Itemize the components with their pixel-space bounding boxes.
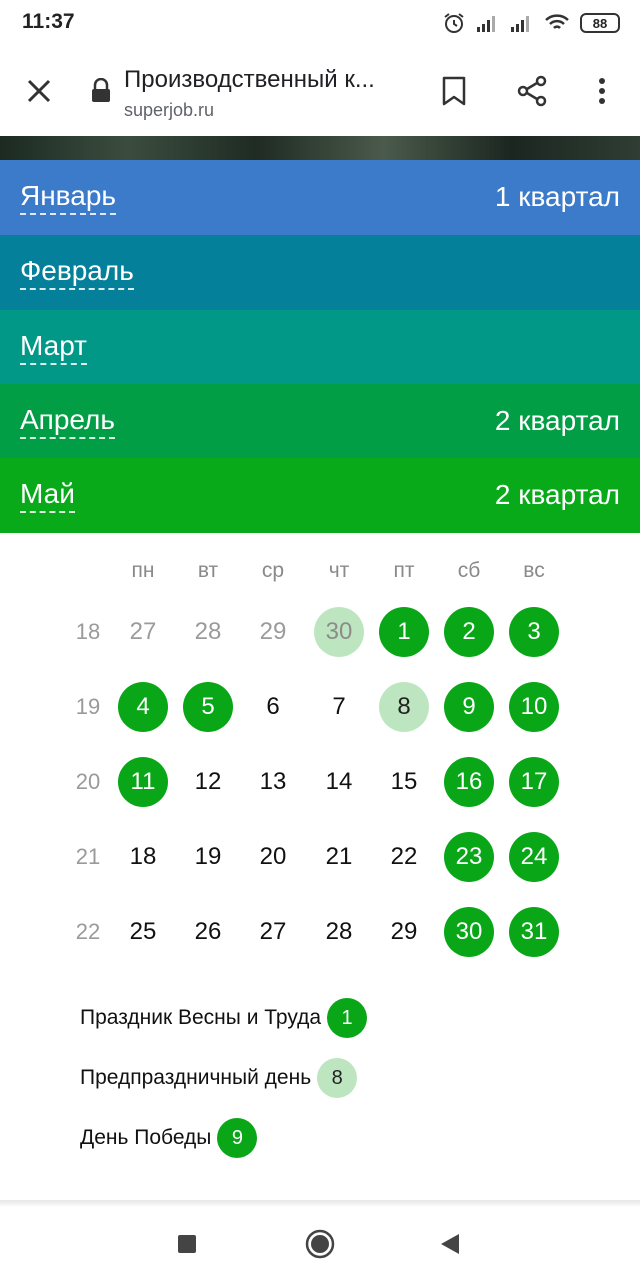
quarter-label: 2 квартал — [494, 405, 620, 436]
home-icon — [305, 1229, 335, 1259]
week-number: 19 — [75, 694, 101, 719]
legend-day-badge: 9 — [217, 1118, 258, 1158]
calendar-day: 5 — [183, 682, 233, 732]
legend-item: Предпраздничный день 8 — [80, 1058, 358, 1098]
calendar-day: 30 — [314, 607, 364, 657]
week-number: 18 — [75, 619, 101, 644]
more-vertical-icon — [599, 78, 605, 104]
legend-item: Праздник Весны и Труда 1 — [80, 998, 368, 1038]
page-url: superjob.ru — [124, 100, 215, 120]
weekday-header: вс — [523, 559, 545, 582]
calendar-day: 6 — [266, 693, 280, 720]
calendar-day: 24 — [509, 832, 559, 882]
share-icon — [517, 75, 547, 107]
month-march[interactable]: Март — [0, 310, 640, 385]
calendar-day: 26 — [194, 918, 222, 945]
signal-icon — [511, 16, 529, 32]
month-february[interactable]: Февраль — [0, 235, 640, 310]
calendar-day: 10 — [509, 682, 559, 732]
browser-toolbar: Производственный к... superjob.ru — [0, 46, 640, 136]
wifi-icon — [545, 14, 569, 29]
week-number: 20 — [75, 769, 101, 794]
weekday-header: пн — [131, 559, 155, 582]
month-name[interactable]: Апрель — [20, 403, 115, 439]
system-nav-bar — [0, 1206, 640, 1280]
month-april[interactable]: Апрель 2 квартал — [0, 384, 640, 459]
recent-apps-button[interactable] — [165, 1222, 209, 1266]
calendar-day: 1 — [379, 607, 429, 657]
share-button[interactable] — [508, 67, 556, 115]
battery-icon: 88 — [580, 13, 620, 33]
calendar-day: 25 — [129, 918, 157, 945]
calendar-day: 19 — [194, 843, 222, 870]
recent-apps-icon — [178, 1235, 196, 1253]
lock-icon — [92, 78, 110, 102]
weekday-header: сб — [457, 559, 481, 582]
calendar-day: 30 — [444, 907, 494, 957]
calendar-day: 2 — [444, 607, 494, 657]
calendar-day: 27 — [129, 618, 157, 645]
close-icon — [27, 79, 51, 103]
bookmark-icon — [442, 76, 466, 106]
calendar-day: 16 — [444, 757, 494, 807]
hero-image — [0, 136, 640, 160]
close-button[interactable] — [15, 67, 63, 115]
calendar-day: 21 — [325, 843, 353, 870]
month-name[interactable]: Февраль — [20, 254, 134, 290]
quarter-label: 2 квартал — [494, 479, 620, 510]
calendar-day: 12 — [194, 768, 222, 795]
calendar-day: 7 — [332, 693, 346, 720]
weekday-header: чт — [328, 559, 350, 582]
back-button[interactable] — [428, 1222, 472, 1266]
legend-day-badge: 1 — [327, 998, 368, 1038]
month-may[interactable]: Май 2 квартал — [0, 458, 640, 533]
calendar-day: 23 — [444, 832, 494, 882]
quarter-label: 1 квартал — [494, 181, 620, 212]
calendar-day: 29 — [390, 918, 418, 945]
calendar-day: 17 — [509, 757, 559, 807]
page-title: Производственный к... — [124, 66, 375, 93]
legend-item: День Победы 9 — [80, 1118, 258, 1158]
more-menu-button[interactable] — [578, 67, 626, 115]
week-number: 21 — [75, 844, 101, 869]
calendar-day: 31 — [509, 907, 559, 957]
calendar-day: 13 — [259, 768, 287, 795]
status-bar: 11:37 88 — [0, 0, 640, 46]
month-name[interactable]: Май — [20, 477, 75, 513]
calendar-day: 27 — [259, 918, 287, 945]
calendar-day: 15 — [390, 768, 418, 795]
status-time: 11:37 — [22, 10, 75, 33]
calendar-day: 28 — [194, 618, 222, 645]
calendar-day: 29 — [259, 618, 287, 645]
calendar-day: 22 — [390, 843, 418, 870]
back-icon — [441, 1234, 459, 1254]
legend-label: День Победы — [80, 1126, 212, 1149]
bookmark-button[interactable] — [430, 67, 478, 115]
alarm-icon — [444, 13, 464, 33]
calendar-day: 8 — [379, 682, 429, 732]
calendar-day: 11 — [118, 757, 168, 807]
signal-icon — [477, 16, 495, 32]
legend-label: Предпраздничный день — [80, 1066, 312, 1089]
calendar-day: 4 — [118, 682, 168, 732]
weekday-header: пт — [393, 559, 415, 582]
weekday-header: ср — [261, 559, 285, 582]
calendar-day: 14 — [325, 768, 353, 795]
status-icons: 88 — [442, 10, 620, 36]
month-name[interactable]: Январь — [20, 179, 116, 215]
month-name[interactable]: Март — [20, 329, 87, 365]
home-button[interactable] — [298, 1222, 342, 1266]
calendar-day: 9 — [444, 682, 494, 732]
calendar-day: 20 — [259, 843, 287, 870]
may-calendar: пн вт ср чт пт сб вс 18 27 28 29 30 1 2 3 19 4 5 6 7 8 9 10 20 1… — [0, 533, 640, 973]
legend-label: Праздник Весны и Труда — [80, 1006, 322, 1029]
weekday-header: вт — [197, 559, 219, 582]
calendar-day: 28 — [325, 918, 353, 945]
legend-day-badge: 8 — [317, 1058, 358, 1098]
week-number: 22 — [75, 919, 101, 944]
month-january[interactable]: Январь 1 квартал — [0, 160, 640, 235]
calendar-day: 18 — [129, 843, 157, 870]
calendar-day: 3 — [509, 607, 559, 657]
